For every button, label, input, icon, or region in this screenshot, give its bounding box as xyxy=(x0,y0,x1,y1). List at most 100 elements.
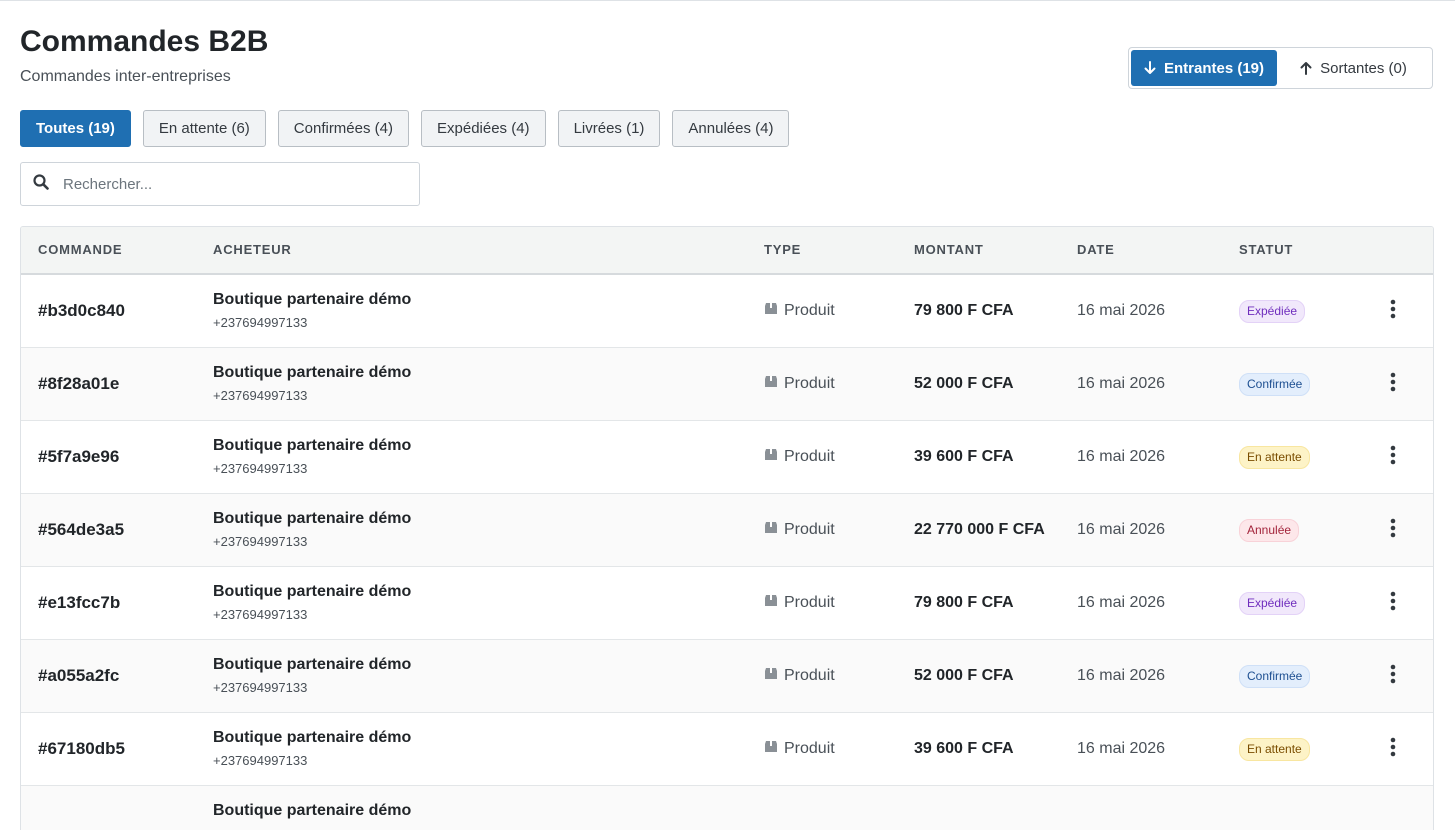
box-icon xyxy=(764,302,778,320)
buyer-name: Boutique partenaire démo xyxy=(213,656,412,673)
table-row[interactable]: #8f28a01e Boutique partenaire démo +237694… xyxy=(21,348,1433,421)
row-actions-button[interactable] xyxy=(1381,640,1405,712)
status-filter-bar: Toutes (19) En attente (6) Confirmées (4… xyxy=(20,110,790,147)
order-date: 16 mai 2026 xyxy=(1077,448,1166,465)
filter-cancelled[interactable]: Annulées (4) xyxy=(672,110,790,147)
order-type: Produit xyxy=(784,667,835,684)
order-amount: 52 000 F CFA xyxy=(914,375,1014,392)
order-type: Produit xyxy=(784,594,835,611)
order-date: 16 mai 2026 xyxy=(1077,740,1166,757)
order-id[interactable]: #8f28a01e xyxy=(38,348,119,420)
buyer-phone: +237694997133 xyxy=(213,315,308,330)
filter-all[interactable]: Toutes (19) xyxy=(20,110,131,147)
page-subtitle: Commandes inter-entreprises xyxy=(20,68,231,85)
more-vertical-icon xyxy=(1390,664,1396,689)
status-badge: Confirmée xyxy=(1239,664,1311,688)
buyer-phone: +237694997133 xyxy=(213,607,308,622)
more-vertical-icon xyxy=(1390,737,1396,762)
table-row[interactable]: #564de3a5 Boutique partenaire démo +237694… xyxy=(21,494,1433,567)
status-badge: En attente xyxy=(1239,445,1310,469)
column-header-type: Type xyxy=(764,242,802,257)
buyer-cell: Boutique partenaire démo +237694997133 xyxy=(213,436,411,478)
status-cell: En attente xyxy=(1239,421,1310,493)
type-cell: Produit xyxy=(764,640,835,712)
buyer-cell: Boutique partenaire démo +237694997133 xyxy=(213,582,411,624)
status-cell: Expédiée xyxy=(1239,275,1306,347)
column-header-status: Statut xyxy=(1239,242,1294,257)
status-cell: En attente xyxy=(1239,713,1310,785)
order-date: 16 mai 2026 xyxy=(1077,521,1166,538)
more-vertical-icon xyxy=(1390,445,1396,470)
order-type: Produit xyxy=(784,302,835,319)
order-id[interactable]: #a055a2fc xyxy=(38,640,119,712)
buyer-name: Boutique partenaire démo xyxy=(213,583,412,600)
order-id[interactable]: #b3d0c840 xyxy=(38,275,125,347)
buyer-cell: Boutique partenaire démo +237694997133 xyxy=(213,509,411,551)
row-actions-button[interactable] xyxy=(1381,494,1405,566)
type-cell: Produit xyxy=(764,713,835,785)
outgoing-orders-button[interactable]: Sortantes (0) xyxy=(1277,50,1430,86)
order-id[interactable]: #e13fcc7b xyxy=(38,567,120,639)
table-row[interactable]: #5f7a9e96 Boutique partenaire démo +237694… xyxy=(21,421,1433,494)
order-amount: 52 000 F CFA xyxy=(914,667,1014,684)
box-icon xyxy=(764,740,778,758)
order-id[interactable]: #67180db5 xyxy=(38,713,125,785)
buyer-name: Boutique partenaire démo xyxy=(213,802,412,819)
row-actions-button[interactable] xyxy=(1381,275,1405,347)
order-date: 16 mai 2026 xyxy=(1077,375,1166,392)
row-actions-button[interactable] xyxy=(1381,348,1405,420)
status-badge: En attente xyxy=(1239,737,1310,761)
search-box xyxy=(20,162,420,206)
buyer-cell: Boutique partenaire démo +237694997133 xyxy=(213,290,411,332)
table-row[interactable]: #e13fcc7b Boutique partenaire démo +237694… xyxy=(21,567,1433,640)
filter-confirmed[interactable]: Confirmées (4) xyxy=(277,110,409,147)
page-title: Commandes B2B xyxy=(20,25,269,58)
box-icon xyxy=(764,667,778,685)
order-type: Produit xyxy=(784,448,835,465)
buyer-cell: Boutique partenaire démo +237694997133 xyxy=(213,728,411,770)
column-header-order: Commande xyxy=(38,242,123,257)
order-amount: 39 600 F CFA xyxy=(914,740,1014,757)
box-icon xyxy=(764,375,778,393)
row-actions-button[interactable] xyxy=(1381,713,1405,785)
outgoing-orders-label: Sortantes (0) xyxy=(1320,59,1407,77)
status-badge: Annulée xyxy=(1239,518,1300,542)
column-header-amount: Montant xyxy=(914,242,984,257)
filter-delivered[interactable]: Livrées (1) xyxy=(557,110,661,147)
incoming-orders-button[interactable]: Entrantes (19) xyxy=(1131,50,1277,86)
order-id[interactable]: #5f7a9e96 xyxy=(38,421,119,493)
buyer-phone: +237694997133 xyxy=(213,388,308,403)
column-header-buyer: Acheteur xyxy=(213,242,292,257)
order-amount: 22 770 000 F CFA xyxy=(914,521,1045,538)
table-row[interactable]: #b3d0c840 Boutique partenaire démo +237694… xyxy=(21,275,1433,348)
order-id[interactable]: #564de3a5 xyxy=(38,494,124,566)
status-cell: Annulée xyxy=(1239,494,1300,566)
filter-pending[interactable]: En attente (6) xyxy=(142,110,266,147)
order-amount: 79 800 F CFA xyxy=(914,302,1014,319)
buyer-phone: +237694997133 xyxy=(213,680,308,695)
buyer-phone: +237694997133 xyxy=(213,534,308,549)
order-amount: 39 600 F CFA xyxy=(914,448,1014,465)
type-cell: Produit xyxy=(764,348,835,420)
table-row[interactable]: Boutique partenaire démo xyxy=(21,786,1433,830)
buyer-name: Boutique partenaire démo xyxy=(213,729,412,746)
buyer-name: Boutique partenaire démo xyxy=(213,510,412,527)
row-actions-button[interactable] xyxy=(1381,421,1405,493)
table-row[interactable]: #a055a2fc Boutique partenaire démo +237694… xyxy=(21,640,1433,713)
search-icon xyxy=(33,173,49,195)
type-cell: Produit xyxy=(764,275,835,347)
buyer-cell: Boutique partenaire démo +237694997133 xyxy=(213,363,411,405)
status-cell: Expédiée xyxy=(1239,567,1306,639)
more-vertical-icon xyxy=(1390,299,1396,324)
status-badge: Confirmée xyxy=(1239,372,1311,396)
order-type: Produit xyxy=(784,375,835,392)
table-body: #b3d0c840 Boutique partenaire démo +237694… xyxy=(21,275,1433,830)
more-vertical-icon xyxy=(1390,518,1396,543)
search-input[interactable] xyxy=(61,174,395,194)
row-actions-button[interactable] xyxy=(1381,567,1405,639)
table-row[interactable]: #67180db5 Boutique partenaire démo +237694… xyxy=(21,713,1433,786)
box-icon xyxy=(764,448,778,466)
filter-shipped[interactable]: Expédiées (4) xyxy=(421,110,546,147)
arrow-up-icon xyxy=(1300,61,1312,75)
type-cell: Produit xyxy=(764,494,835,566)
